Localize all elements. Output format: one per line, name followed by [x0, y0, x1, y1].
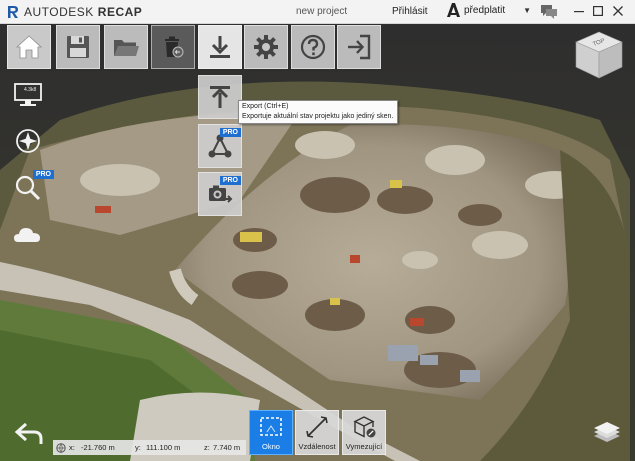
- home-icon: [15, 35, 43, 59]
- settings-button[interactable]: [244, 25, 288, 69]
- tooltip-description: Exportuje aktuální stav projektu jako je…: [242, 113, 394, 120]
- pro-badge: PRO: [219, 176, 241, 185]
- app-brand: AUTODESK RECAP: [6, 4, 143, 19]
- cloud-button[interactable]: [12, 220, 44, 250]
- export-share-button[interactable]: PRO: [198, 124, 242, 168]
- folder-icon: [114, 40, 139, 56]
- coord-y-value: 111.100 m: [146, 443, 181, 452]
- home-button[interactable]: [7, 25, 51, 69]
- point-cloud-viewport[interactable]: [0, 24, 635, 461]
- search-tool-button[interactable]: PRO: [12, 170, 54, 202]
- chat-icon[interactable]: [541, 5, 557, 19]
- distance-button[interactable]: Vzdálenost: [295, 410, 339, 455]
- distance-label: Vzdálenost: [298, 442, 336, 451]
- window-select-icon: [260, 417, 282, 436]
- coord-x-label: x:: [69, 443, 75, 452]
- save-button[interactable]: [56, 25, 100, 69]
- brand-product: RECAP: [97, 4, 143, 19]
- distance-icon: [306, 416, 328, 438]
- compass-icon: [16, 129, 40, 153]
- upload-icon: [210, 86, 230, 108]
- coord-z-value: 7.740 m: [213, 443, 241, 452]
- minimize-icon: [574, 11, 584, 13]
- display-badge: 4.3k8: [24, 87, 37, 93]
- chevron-down-icon: ▼: [523, 5, 532, 15]
- coord-x-value: -21.760 m: [81, 443, 115, 452]
- clip-box-icon: [353, 416, 376, 438]
- download-icon: [210, 36, 230, 58]
- maximize-button[interactable]: [590, 3, 606, 19]
- project-name: new project: [296, 6, 348, 17]
- help-icon: [300, 34, 326, 60]
- autodesk-r-logo-icon: [6, 4, 20, 19]
- clip-box-button[interactable]: Vymezující: [342, 410, 386, 455]
- title-bar: AUTODESK RECAP new project Přihlásit pře…: [0, 0, 635, 24]
- export-screenshot-button[interactable]: PRO: [198, 172, 242, 216]
- close-button[interactable]: [610, 3, 626, 19]
- aerial-scan-image: [0, 24, 635, 461]
- brand-company: AUTODESK: [24, 4, 94, 19]
- tooltip-title: Export (Ctrl+E): [242, 103, 289, 110]
- window-select-label: Okno: [262, 442, 280, 451]
- signin-link[interactable]: Přihlásit: [392, 6, 428, 17]
- open-project-button[interactable]: [104, 25, 148, 69]
- subscribe-label: předplatit: [464, 4, 506, 16]
- navigation-button[interactable]: [12, 126, 44, 156]
- maximize-icon: [593, 6, 603, 16]
- exit-icon: [348, 34, 371, 60]
- export-upload-button[interactable]: [198, 75, 242, 119]
- clip-box-label: Vymezující: [345, 442, 383, 451]
- minimize-button[interactable]: [571, 3, 587, 19]
- subscribe-menu[interactable]: předplatit ▼: [447, 3, 531, 17]
- coord-y-label: y:: [135, 443, 141, 452]
- delete-button[interactable]: [151, 25, 195, 69]
- help-button[interactable]: [291, 25, 335, 69]
- pro-badge: PRO: [219, 128, 241, 137]
- monitor-icon: [14, 83, 42, 106]
- save-icon: [67, 36, 89, 58]
- cloud-icon: [14, 228, 40, 242]
- pro-badge: PRO: [32, 170, 54, 179]
- coordinate-readout: x: -21.760 m y: 111.100 m z: 7.740 m: [53, 440, 246, 455]
- export-tooltip: Export (Ctrl+E) Exportuje aktuální stav …: [238, 100, 398, 124]
- trash-icon: [165, 36, 184, 58]
- export-button[interactable]: [198, 25, 242, 69]
- gear-icon: [254, 35, 278, 59]
- window-select-button[interactable]: Okno: [249, 410, 293, 455]
- back-button[interactable]: [14, 420, 44, 446]
- autodesk-a-logo-icon: [447, 3, 460, 17]
- close-icon: [613, 6, 623, 16]
- view-cube[interactable]: TOP: [572, 30, 626, 80]
- coord-z-label: z:: [204, 443, 210, 452]
- display-settings-button[interactable]: 4.3k8: [12, 80, 44, 110]
- layers-icon[interactable]: [592, 420, 622, 446]
- globe-icon: [56, 442, 66, 453]
- exit-button[interactable]: [337, 25, 381, 69]
